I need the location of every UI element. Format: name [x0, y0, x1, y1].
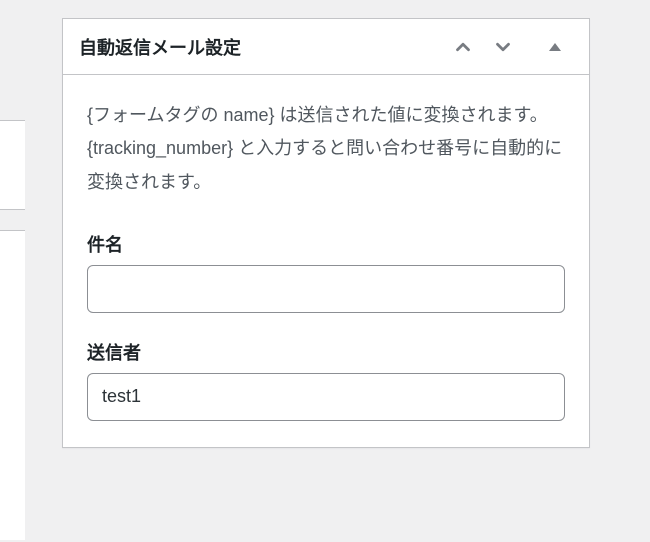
- sender-label: 送信者: [87, 339, 565, 365]
- sender-input[interactable]: [87, 373, 565, 421]
- triangle-up-icon: [548, 40, 562, 54]
- move-up-button[interactable]: [443, 27, 483, 67]
- metabox-title: 自動返信メール設定: [63, 34, 443, 60]
- subject-field-group: 件名: [87, 231, 565, 313]
- sender-field-group: 送信者: [87, 339, 565, 421]
- subject-label: 件名: [87, 231, 565, 257]
- chevron-up-icon: [452, 36, 474, 58]
- metabox-header-controls: [443, 27, 589, 67]
- chevron-down-icon: [492, 36, 514, 58]
- panel-description: {フォームタグの name} は送信された値に変換されます。 {tracking…: [87, 99, 565, 199]
- toggle-panel-button[interactable]: [535, 27, 575, 67]
- subject-input[interactable]: [87, 265, 565, 313]
- adjacent-panel-stub-2: [0, 230, 25, 540]
- auto-reply-mail-metabox: 自動返信メール設定 {フォームタグの name} は送信された値に変換されます。…: [62, 18, 590, 448]
- adjacent-panel-stub-1: [0, 120, 25, 210]
- metabox-header: 自動返信メール設定: [63, 19, 589, 75]
- metabox-body: {フォームタグの name} は送信された値に変換されます。 {tracking…: [63, 75, 589, 421]
- move-down-button[interactable]: [483, 27, 523, 67]
